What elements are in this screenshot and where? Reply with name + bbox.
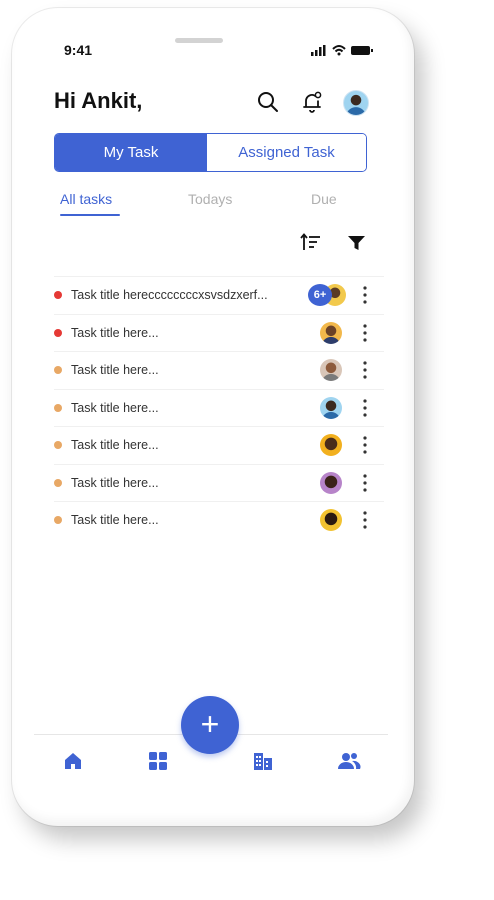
home-icon[interactable] [62, 750, 84, 772]
priority-dot [54, 328, 62, 337]
notch-bar [175, 38, 223, 43]
task-row[interactable]: Task title here... [54, 313, 384, 352]
more-options-icon[interactable] [358, 360, 372, 380]
priority-dot [54, 291, 62, 300]
task-list: Task title hereccccccccxsvsdzxerf... 6+ … [54, 276, 384, 539]
priority-dot [54, 516, 62, 525]
more-options-icon[interactable] [358, 435, 372, 455]
task-title: Task title hereccccccccxsvsdzxerf... [71, 288, 268, 303]
plus-icon: + [200, 705, 220, 742]
add-task-button[interactable]: + [181, 696, 239, 754]
task-row[interactable]: Task title here... [54, 351, 384, 389]
notification-bell-icon[interactable] [300, 90, 324, 114]
more-options-icon[interactable] [358, 323, 372, 343]
my-task-segment[interactable]: My Task [55, 134, 207, 171]
priority-dot [54, 441, 62, 450]
signal-wifi-battery-icon [311, 45, 373, 56]
status-time: 9:41 [64, 42, 93, 58]
assignee-avatar [320, 321, 342, 344]
user-avatar[interactable] [343, 90, 369, 116]
task-title: Task title here... [71, 325, 159, 340]
task-title: Task title here... [71, 513, 159, 528]
tab-all-tasks[interactable]: All tasks [60, 191, 112, 207]
assigned-task-segment[interactable]: Assigned Task [207, 134, 366, 171]
task-segment-control: My Task Assigned Task [54, 133, 367, 172]
assignee-avatar [320, 471, 342, 494]
sort-icon[interactable] [300, 232, 322, 254]
priority-dot [54, 366, 62, 375]
assignee-avatar [320, 509, 342, 532]
more-options-icon[interactable] [358, 473, 372, 493]
task-row[interactable]: Task title here... [54, 463, 384, 502]
tab-due[interactable]: Due [311, 191, 337, 207]
priority-dot [54, 403, 62, 412]
task-title: Task title here... [71, 438, 159, 453]
buildings-icon[interactable] [252, 750, 274, 772]
assignee-avatar [320, 396, 342, 419]
more-options-icon[interactable] [358, 285, 372, 305]
users-icon[interactable] [337, 750, 361, 772]
greeting: Hi Ankit, [54, 88, 143, 113]
tab-todays[interactable]: Todays [188, 191, 232, 207]
task-row[interactable]: Task title hereccccccccxsvsdzxerf... 6+ [54, 276, 384, 314]
task-row[interactable]: Task title here... [54, 388, 384, 427]
task-title: Task title here... [71, 363, 159, 378]
priority-dot [54, 478, 62, 487]
more-options-icon[interactable] [358, 398, 372, 418]
status-icons [311, 43, 375, 57]
assignee-avatar [320, 434, 342, 457]
assignee-avatar [320, 359, 342, 382]
task-title: Task title here... [71, 475, 159, 490]
active-tab-indicator [60, 214, 120, 216]
filter-icon[interactable] [346, 232, 368, 254]
task-row[interactable]: Task title here... [54, 426, 384, 464]
more-options-icon[interactable] [358, 510, 372, 530]
search-icon[interactable] [256, 90, 280, 114]
task-row[interactable]: Task title here... [54, 501, 384, 539]
grid-icon[interactable] [147, 750, 169, 772]
task-title: Task title here... [71, 400, 159, 415]
